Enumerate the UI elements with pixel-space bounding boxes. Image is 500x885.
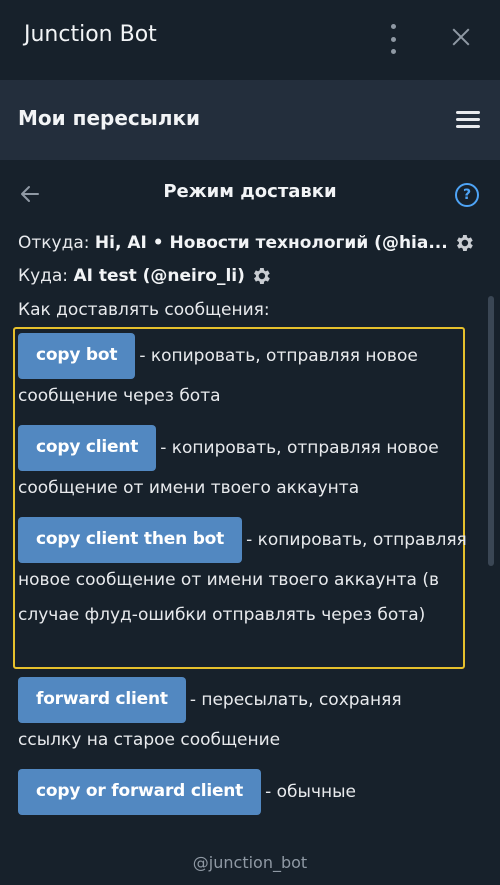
gear-icon[interactable]	[453, 232, 475, 254]
header-title: Мои пересылки	[18, 106, 201, 130]
title-bar: Junction Bot	[0, 0, 500, 80]
to-value[interactable]: AI test (@neiro_li)	[73, 266, 244, 286]
from-label: Откуда:	[18, 233, 90, 253]
help-icon[interactable]: ?	[455, 183, 479, 207]
copy-or-forward-client-button[interactable]: copy or forward client	[18, 769, 262, 815]
copy-client-then-bot-button[interactable]: copy client then bot	[18, 517, 243, 563]
copy-client-button[interactable]: copy client	[18, 425, 157, 471]
kebab-menu-icon[interactable]	[383, 24, 403, 54]
app-title: Junction Bot	[24, 22, 157, 47]
mode-item: forward client - пересылать, сохраняя ссы…	[18, 677, 468, 758]
scrollbar[interactable]	[488, 296, 494, 566]
mode-item: copy bot - копировать, отправляя новое со…	[18, 333, 468, 414]
to-line: Куда: AI test (@neiro_li)	[18, 266, 245, 286]
copy-bot-button[interactable]: copy bot	[18, 333, 136, 379]
how-label: Как доставлять сообщения:	[18, 300, 270, 320]
forward-client-button[interactable]: forward client	[18, 677, 186, 723]
mode-item: copy client - копировать, отправляя новое…	[18, 425, 468, 506]
close-icon[interactable]	[446, 22, 476, 54]
hamburger-icon[interactable]	[456, 110, 480, 130]
gear-icon[interactable]	[250, 265, 272, 287]
mode-item: copy client then bot - копировать, отправ…	[18, 517, 468, 633]
mode-description: - обычные	[265, 782, 356, 802]
from-line: Откуда: Hi, AI • Новости технологий (@hi…	[18, 233, 450, 253]
to-label: Куда:	[18, 266, 69, 286]
page-title: Режим доставки	[163, 181, 337, 202]
bot-header: Мои пересылки	[0, 80, 500, 160]
footer-username: @junction_bot	[192, 853, 308, 872]
mode-item: copy or forward client - обычные	[18, 769, 468, 815]
from-value[interactable]: Hi, AI • Новости технологий (@hia...	[95, 233, 448, 253]
